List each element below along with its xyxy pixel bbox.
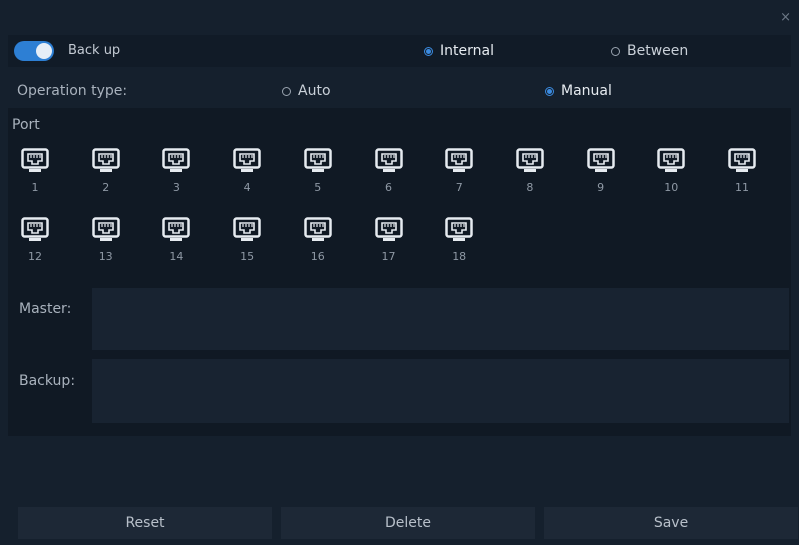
radio-selected-icon [424, 46, 433, 56]
radio-manual[interactable]: Manual [545, 83, 612, 99]
close-icon[interactable]: × [780, 11, 791, 24]
master-port-field[interactable] [92, 288, 789, 350]
port-number: 9 [597, 181, 605, 194]
port-number: 1 [31, 181, 39, 194]
port-4[interactable]: 4 [227, 148, 267, 204]
port-number: 6 [385, 181, 392, 194]
radio-unselected-icon [611, 46, 620, 56]
radio-internal[interactable]: Internal [424, 43, 494, 59]
save-button[interactable]: Save [544, 507, 798, 539]
ethernet-port-icon [439, 148, 479, 174]
port-5[interactable]: 5 [298, 148, 338, 204]
ethernet-port-icon [86, 148, 126, 174]
port-number: 2 [102, 181, 110, 194]
ethernet-port-icon [86, 217, 126, 243]
port-number: 3 [172, 181, 180, 194]
port-8[interactable]: 8 [510, 148, 550, 204]
ethernet-port-icon [369, 148, 409, 174]
port-number: 14 [169, 250, 184, 263]
port-number: 8 [526, 181, 534, 194]
radio-auto[interactable]: Auto [282, 83, 331, 99]
ethernet-port-icon [439, 217, 479, 243]
delete-button[interactable]: Delete [281, 507, 535, 539]
port-14[interactable]: 14 [156, 217, 196, 273]
master-label: Master: [19, 301, 72, 317]
backup-toggle[interactable] [14, 41, 54, 61]
port-1[interactable]: 1 [15, 148, 55, 204]
radio-between-label: Between [627, 43, 689, 59]
ethernet-port-icon [510, 148, 550, 174]
ethernet-port-icon [651, 148, 691, 174]
port-3[interactable]: 3 [156, 148, 196, 204]
radio-manual-label: Manual [561, 83, 612, 99]
port-number: 4 [243, 181, 251, 194]
port-7[interactable]: 7 [439, 148, 479, 204]
port-number: 7 [455, 181, 463, 194]
port-9[interactable]: 9 [581, 148, 621, 204]
ethernet-port-icon [227, 217, 267, 243]
ethernet-port-icon [369, 217, 409, 243]
ethernet-port-icon [15, 217, 55, 243]
port-6[interactable]: 6 [369, 148, 409, 204]
port-2[interactable]: 2 [86, 148, 126, 204]
port-number: 12 [28, 250, 42, 263]
port-title: Port [12, 117, 40, 133]
port-12[interactable]: 12 [15, 217, 55, 273]
port-number: 5 [314, 181, 322, 194]
port-number: 18 [452, 250, 467, 263]
port-number: 11 [735, 181, 749, 194]
ethernet-port-icon [298, 148, 338, 174]
ethernet-port-icon [227, 148, 267, 174]
backup-label: Backup: [19, 373, 76, 389]
port-13[interactable]: 13 [86, 217, 126, 273]
ethernet-port-icon [722, 148, 762, 174]
ethernet-port-icon [298, 217, 338, 243]
radio-auto-label: Auto [298, 83, 331, 99]
port-17[interactable]: 17 [369, 217, 409, 273]
radio-selected-icon [545, 86, 554, 96]
reset-button[interactable]: Reset [18, 507, 272, 539]
backup-port-field[interactable] [92, 359, 789, 423]
toggle-knob [36, 43, 52, 59]
port-11[interactable]: 11 [722, 148, 762, 204]
radio-between[interactable]: Between [611, 43, 688, 59]
port-panel: Port 1 2 3 4 5 6 7 8 9 10 11 12 13 14 15 16 17 18 Master:… [8, 108, 791, 436]
port-18[interactable]: 18 [439, 217, 479, 273]
ethernet-port-icon [15, 148, 55, 174]
port-number: 15 [240, 250, 255, 263]
port-number: 10 [664, 181, 679, 194]
radio-internal-label: Internal [440, 43, 494, 59]
port-15[interactable]: 15 [227, 217, 267, 273]
port-number: 17 [381, 250, 396, 263]
port-number: 13 [98, 250, 113, 263]
ethernet-port-icon [156, 148, 196, 174]
backup-dialog: × Back up Internal Between Operation typ… [0, 0, 799, 545]
radio-unselected-icon [282, 86, 291, 96]
port-16[interactable]: 16 [298, 217, 338, 273]
ethernet-port-icon [156, 217, 196, 243]
operation-type-label: Operation type: [17, 83, 128, 99]
port-10[interactable]: 10 [651, 148, 691, 204]
ethernet-port-icon [581, 148, 621, 174]
backup-toggle-label: Back up [68, 43, 121, 58]
port-number: 16 [310, 250, 325, 263]
